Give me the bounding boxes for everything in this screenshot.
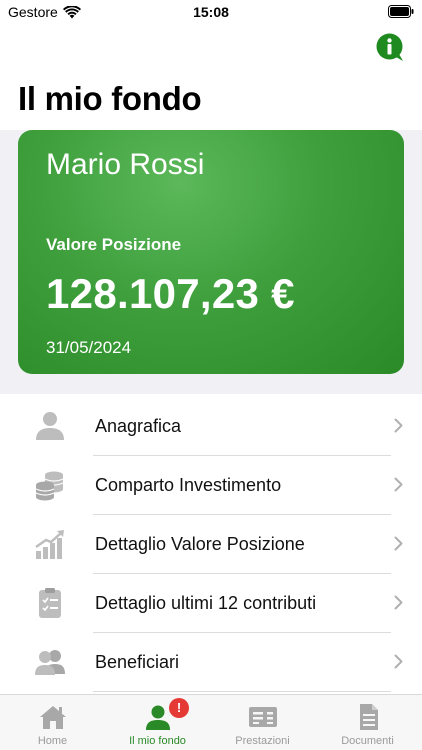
menu-item-label: Dettaglio Valore Posizione xyxy=(95,534,305,554)
member-name: Mario Rossi xyxy=(46,148,205,181)
fund-menu: Anagrafica Comparto Investimento Dettagl xyxy=(0,397,422,692)
menu-item-label: Beneficiari xyxy=(95,652,180,672)
person-icon xyxy=(145,705,170,730)
clock: 15:08 xyxy=(193,4,229,20)
tab-label: Il mio fondo xyxy=(129,735,186,747)
menu-item-label: Anagrafica xyxy=(95,416,182,436)
menu-item-anagrafica[interactable]: Anagrafica xyxy=(0,397,422,456)
status-bar: Gestore 15:08 xyxy=(0,0,422,26)
coins-icon xyxy=(35,471,64,501)
page-title: Il mio fondo xyxy=(18,80,202,117)
growth-chart-icon xyxy=(35,530,64,559)
chevron-right-icon xyxy=(394,595,403,610)
menu-item-beneficiari[interactable]: Beneficiari xyxy=(0,633,422,692)
people-icon xyxy=(35,650,65,675)
menu-item-label: Comparto Investimento xyxy=(95,475,282,495)
tab-prestazioni[interactable]: Prestazioni xyxy=(210,695,315,750)
chevron-right-icon xyxy=(394,536,403,551)
clipboard-list-icon xyxy=(39,588,61,618)
position-value: 128.107,23 € xyxy=(46,270,295,317)
tab-label: Documenti xyxy=(341,735,394,747)
position-value-label: Valore Posizione xyxy=(46,235,182,254)
position-card: Mario Rossi Valore Posizione 128.107,23 … xyxy=(18,130,404,374)
chevron-right-icon xyxy=(394,654,403,669)
menu-item-dettaglio-valore-posizione[interactable]: Dettaglio Valore Posizione xyxy=(0,515,422,574)
tab-home[interactable]: Home xyxy=(0,695,105,750)
tab-il-mio-fondo[interactable]: ! Il mio fondo xyxy=(105,695,210,750)
benefits-icon xyxy=(248,707,277,727)
tab-bar: Home ! Il mio fondo Prestazioni Document… xyxy=(0,694,422,750)
menu-item-dettaglio-contributi[interactable]: Dettaglio ultimi 12 contributi xyxy=(0,574,422,633)
position-date: 31/05/2024 xyxy=(46,338,132,357)
menu-item-label: Dettaglio ultimi 12 contributi xyxy=(95,593,317,613)
person-icon xyxy=(36,412,64,440)
divider xyxy=(93,691,391,692)
tab-label: Home xyxy=(37,735,68,747)
chevron-right-icon xyxy=(394,477,403,492)
notification-badge: ! xyxy=(169,698,189,718)
info-icon[interactable] xyxy=(376,33,404,61)
home-icon xyxy=(39,706,66,729)
chevron-right-icon xyxy=(394,418,403,433)
tab-label: Prestazioni xyxy=(235,735,290,747)
document-icon xyxy=(359,704,378,730)
menu-item-comparto-investimento[interactable]: Comparto Investimento xyxy=(0,456,422,515)
tab-documenti[interactable]: Documenti xyxy=(315,695,420,750)
battery-icon xyxy=(388,5,414,18)
